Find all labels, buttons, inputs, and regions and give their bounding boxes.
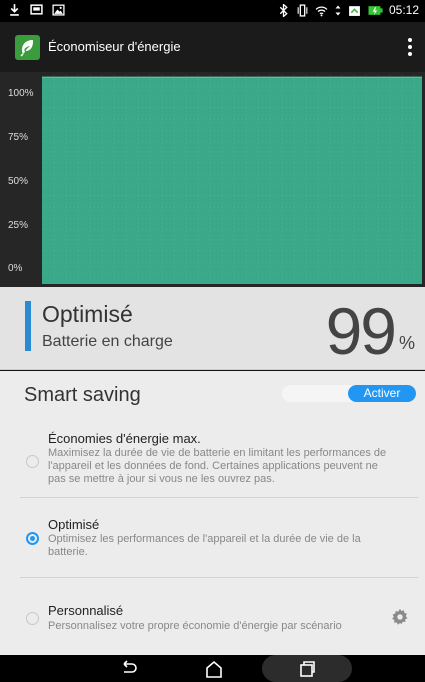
- radio-max-saving[interactable]: [26, 455, 39, 468]
- vibrate-icon: [297, 3, 308, 17]
- y-tick-label: 50%: [8, 176, 29, 187]
- gear-icon[interactable]: [391, 608, 409, 626]
- battery-status-card: Optimisé Batterie en charge 99 %: [0, 287, 425, 370]
- leaf-icon: [15, 35, 40, 60]
- chart-plot-area: [42, 75, 422, 284]
- battery-unit: %: [398, 333, 415, 353]
- battery-level: 99: [325, 294, 397, 368]
- back-icon[interactable]: [114, 659, 142, 679]
- data-transfer-icon: [335, 5, 341, 15]
- toggle-activate-label[interactable]: Activer: [348, 385, 416, 402]
- download-icon: [10, 4, 19, 16]
- y-tick-label: 100%: [8, 88, 34, 99]
- recents-icon[interactable]: [293, 659, 321, 679]
- option-max-saving[interactable]: Économies d'énergie max. Maximisez la du…: [0, 429, 425, 497]
- option-title: Économies d'énergie max.: [48, 431, 201, 446]
- option-title: Personnalisé: [48, 603, 124, 618]
- battery-chart: 100% 75% 50% 25% 0%: [0, 72, 425, 287]
- option-optimized[interactable]: Optimisé Optimisez les performances de l…: [0, 515, 425, 563]
- radio-custom[interactable]: [26, 612, 39, 625]
- battery-saver-icon: [349, 5, 360, 16]
- battery-charging-icon: [368, 5, 383, 15]
- smart-saving-label: Smart saving: [24, 384, 141, 406]
- radio-optimized[interactable]: [26, 532, 39, 545]
- overflow-menu-icon[interactable]: [403, 35, 417, 59]
- bluetooth-icon: [279, 3, 288, 17]
- option-custom[interactable]: Personnalisé Personnalisez votre propre …: [0, 603, 425, 639]
- y-tick-label: 0%: [8, 263, 23, 274]
- home-icon[interactable]: [200, 659, 228, 679]
- y-tick-label: 75%: [8, 132, 29, 143]
- divider: [20, 577, 418, 578]
- navigation-bar: [0, 655, 425, 682]
- app-title: Économiseur d'énergie: [48, 39, 181, 54]
- status-bar: 05:12: [0, 0, 425, 22]
- smart-saving-toggle[interactable]: Activer: [282, 385, 416, 402]
- divider: [20, 497, 418, 498]
- y-tick-label: 25%: [8, 220, 29, 231]
- status-time: 05:12: [388, 3, 419, 17]
- image-icon: [52, 4, 65, 16]
- status-title: Optimisé: [42, 301, 133, 327]
- app-bar: Économiseur d'énergie: [0, 22, 425, 72]
- smart-saving-settings: Smart saving Activer Économies d'énergie…: [0, 371, 425, 655]
- status-accent-bar: [25, 301, 31, 351]
- option-description: Personnalisez votre propre économie d'én…: [48, 620, 342, 632]
- wifi-icon: [315, 5, 328, 16]
- option-description: Optimisez les performances de l'appareil…: [48, 533, 361, 558]
- status-subtitle: Batterie en charge: [42, 333, 173, 350]
- option-title: Optimisé: [48, 517, 100, 532]
- option-description: Maximisez la durée de vie de batterie en…: [48, 447, 387, 485]
- message-icon: [30, 4, 43, 15]
